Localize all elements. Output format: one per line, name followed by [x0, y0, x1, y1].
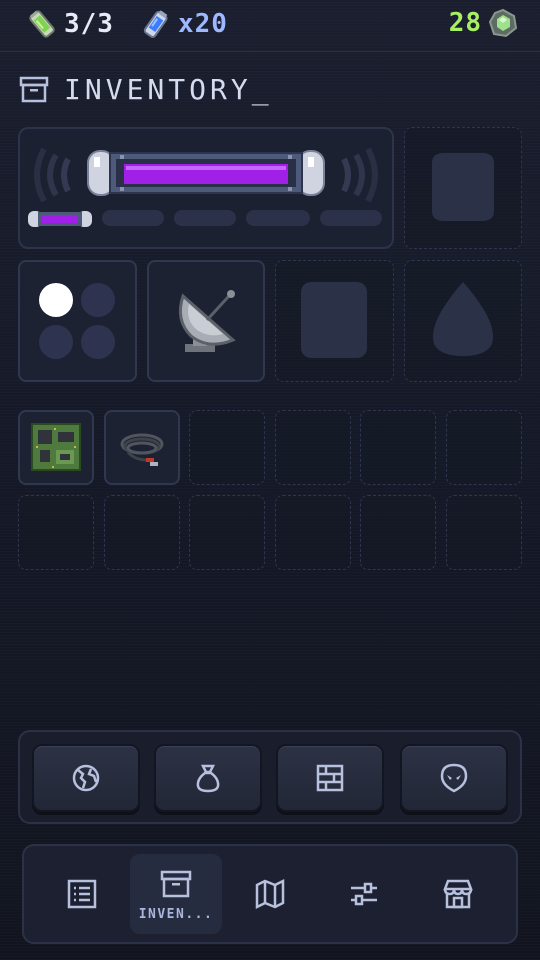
empty-item-slot[interactable] [189, 495, 265, 570]
boost-counter: x20 [140, 8, 228, 40]
grid-button[interactable] [276, 744, 384, 812]
gem-counter[interactable]: 28 [449, 8, 518, 38]
capsule-segment [174, 210, 236, 226]
energy-value: 3/3 [64, 9, 114, 39]
alien-icon [440, 763, 468, 793]
map-icon [255, 878, 285, 910]
nav-item-log[interactable] [36, 854, 128, 934]
sliders-icon [351, 882, 377, 906]
energy-counter: 3/3 [26, 8, 114, 40]
cable-coil-icon [120, 433, 164, 466]
gem-icon [488, 8, 518, 38]
satellite-dish-icon [178, 290, 236, 352]
capsule-segment [246, 210, 310, 226]
empty-item-slot[interactable] [189, 410, 265, 485]
globe-icon [72, 764, 100, 792]
page-title: INVENTORY_ [64, 72, 273, 106]
nav-item-map[interactable] [224, 854, 316, 934]
globe-button[interactable] [32, 744, 140, 812]
energy-cell-icon [29, 10, 55, 38]
empty-item-slot[interactable] [275, 495, 351, 570]
empty-item-slot[interactable] [360, 410, 436, 485]
empty-item-slot[interactable] [446, 495, 522, 570]
boost-value: x20 [178, 9, 228, 39]
satellite-dish-slot[interactable] [147, 260, 265, 382]
droplet-slot[interactable] [404, 260, 522, 382]
action-bar [18, 730, 522, 824]
bottom-nav: INVEN... [22, 844, 518, 944]
archive-box-icon [160, 870, 192, 897]
empty-item-slot[interactable] [275, 410, 351, 485]
armor-slot[interactable] [404, 127, 522, 249]
dot-pad-slot[interactable] [18, 260, 137, 382]
gem-value: 28 [448, 8, 482, 38]
shop-icon [443, 879, 473, 909]
sack-button[interactable] [154, 744, 262, 812]
nav-item-label: INVEN... [138, 906, 214, 922]
status-bar: 3/3 x20 28 [0, 0, 540, 52]
empty-item-slot[interactable] [446, 410, 522, 485]
item-slot[interactable] [104, 410, 180, 485]
sack-icon [196, 764, 220, 793]
circuit-board-icon [31, 423, 81, 471]
capsule-segment [102, 210, 164, 226]
droplet-silhouette-icon [432, 281, 493, 356]
nav-item-settings[interactable] [318, 854, 410, 934]
plasma-capsule-icon [28, 147, 378, 227]
archive-box-icon [19, 76, 49, 103]
grid-icon [316, 764, 344, 792]
armor-silhouette-icon [431, 152, 494, 221]
empty-item-slot[interactable] [18, 495, 94, 570]
tablet-slot[interactable] [275, 260, 394, 382]
empty-item-slot[interactable] [104, 495, 180, 570]
tablet-silhouette-icon [300, 281, 367, 358]
nav-item-shop[interactable] [412, 854, 504, 934]
alien-button[interactable] [400, 744, 508, 812]
list-icon [67, 879, 97, 909]
boost-canister-icon [143, 10, 168, 38]
capsule-segment [320, 210, 382, 226]
empty-item-slot[interactable] [360, 495, 436, 570]
inventory-header: INVENTORY_ [18, 70, 273, 108]
four-dot-pad-icon [39, 283, 115, 359]
item-slot[interactable] [18, 410, 94, 485]
nav-item-inventory[interactable]: INVEN... [130, 854, 222, 934]
